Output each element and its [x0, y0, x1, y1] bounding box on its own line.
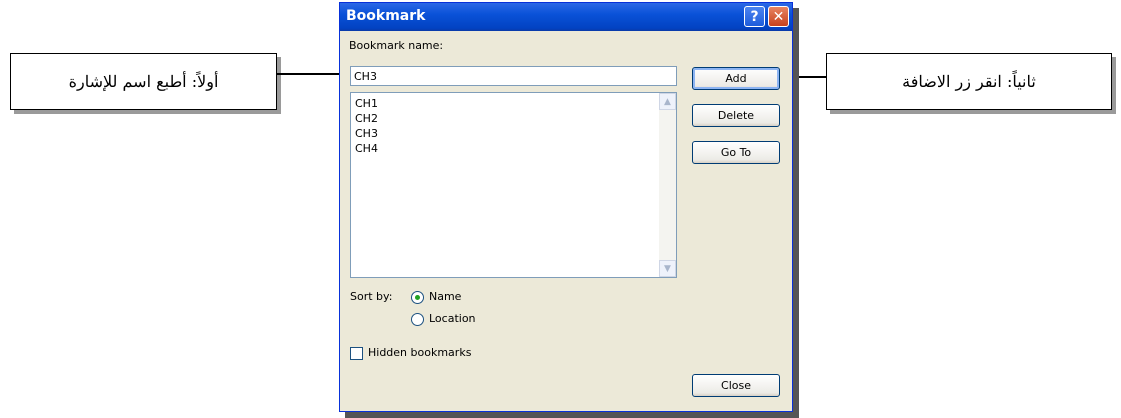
list-item[interactable]: CH3 [355, 126, 378, 141]
delete-button[interactable]: Delete [692, 104, 780, 127]
sort-by-label: Sort by: [350, 290, 393, 303]
bookmark-name-input[interactable] [350, 66, 677, 86]
sort-name-label[interactable]: Name [429, 290, 461, 303]
sort-location-radio[interactable] [411, 313, 424, 326]
hidden-bookmarks-checkbox[interactable] [350, 347, 363, 360]
bookmark-dialog: Bookmark ? ✕ Bookmark name: CH1 CH2 CH3 … [339, 2, 793, 412]
scroll-down-icon[interactable]: ▼ [659, 260, 676, 277]
scroll-up-icon[interactable]: ▲ [659, 93, 676, 110]
bookmark-list-items: CH1 CH2 CH3 CH4 [355, 96, 378, 156]
close-icon[interactable]: ✕ [768, 6, 789, 27]
radio-selected-dot [415, 295, 420, 300]
help-icon[interactable]: ? [744, 6, 765, 27]
title-bar[interactable]: Bookmark ? ✕ [340, 3, 792, 31]
close-button[interactable]: Close [692, 374, 780, 397]
add-button[interactable]: Add [692, 67, 780, 90]
list-scrollbar[interactable]: ▲ ▼ [659, 93, 676, 277]
bookmark-name-label: Bookmark name: [349, 39, 444, 52]
dialog-title: Bookmark [346, 8, 426, 24]
list-item[interactable]: CH4 [355, 141, 378, 156]
list-item[interactable]: CH1 [355, 96, 378, 111]
sort-location-label[interactable]: Location [429, 312, 476, 325]
list-item[interactable]: CH2 [355, 111, 378, 126]
sort-name-radio[interactable] [411, 291, 424, 304]
bookmark-list[interactable]: CH1 CH2 CH3 CH4 ▲ ▼ [350, 92, 677, 278]
hidden-bookmarks-label[interactable]: Hidden bookmarks [368, 346, 471, 359]
goto-button[interactable]: Go To [692, 141, 780, 164]
